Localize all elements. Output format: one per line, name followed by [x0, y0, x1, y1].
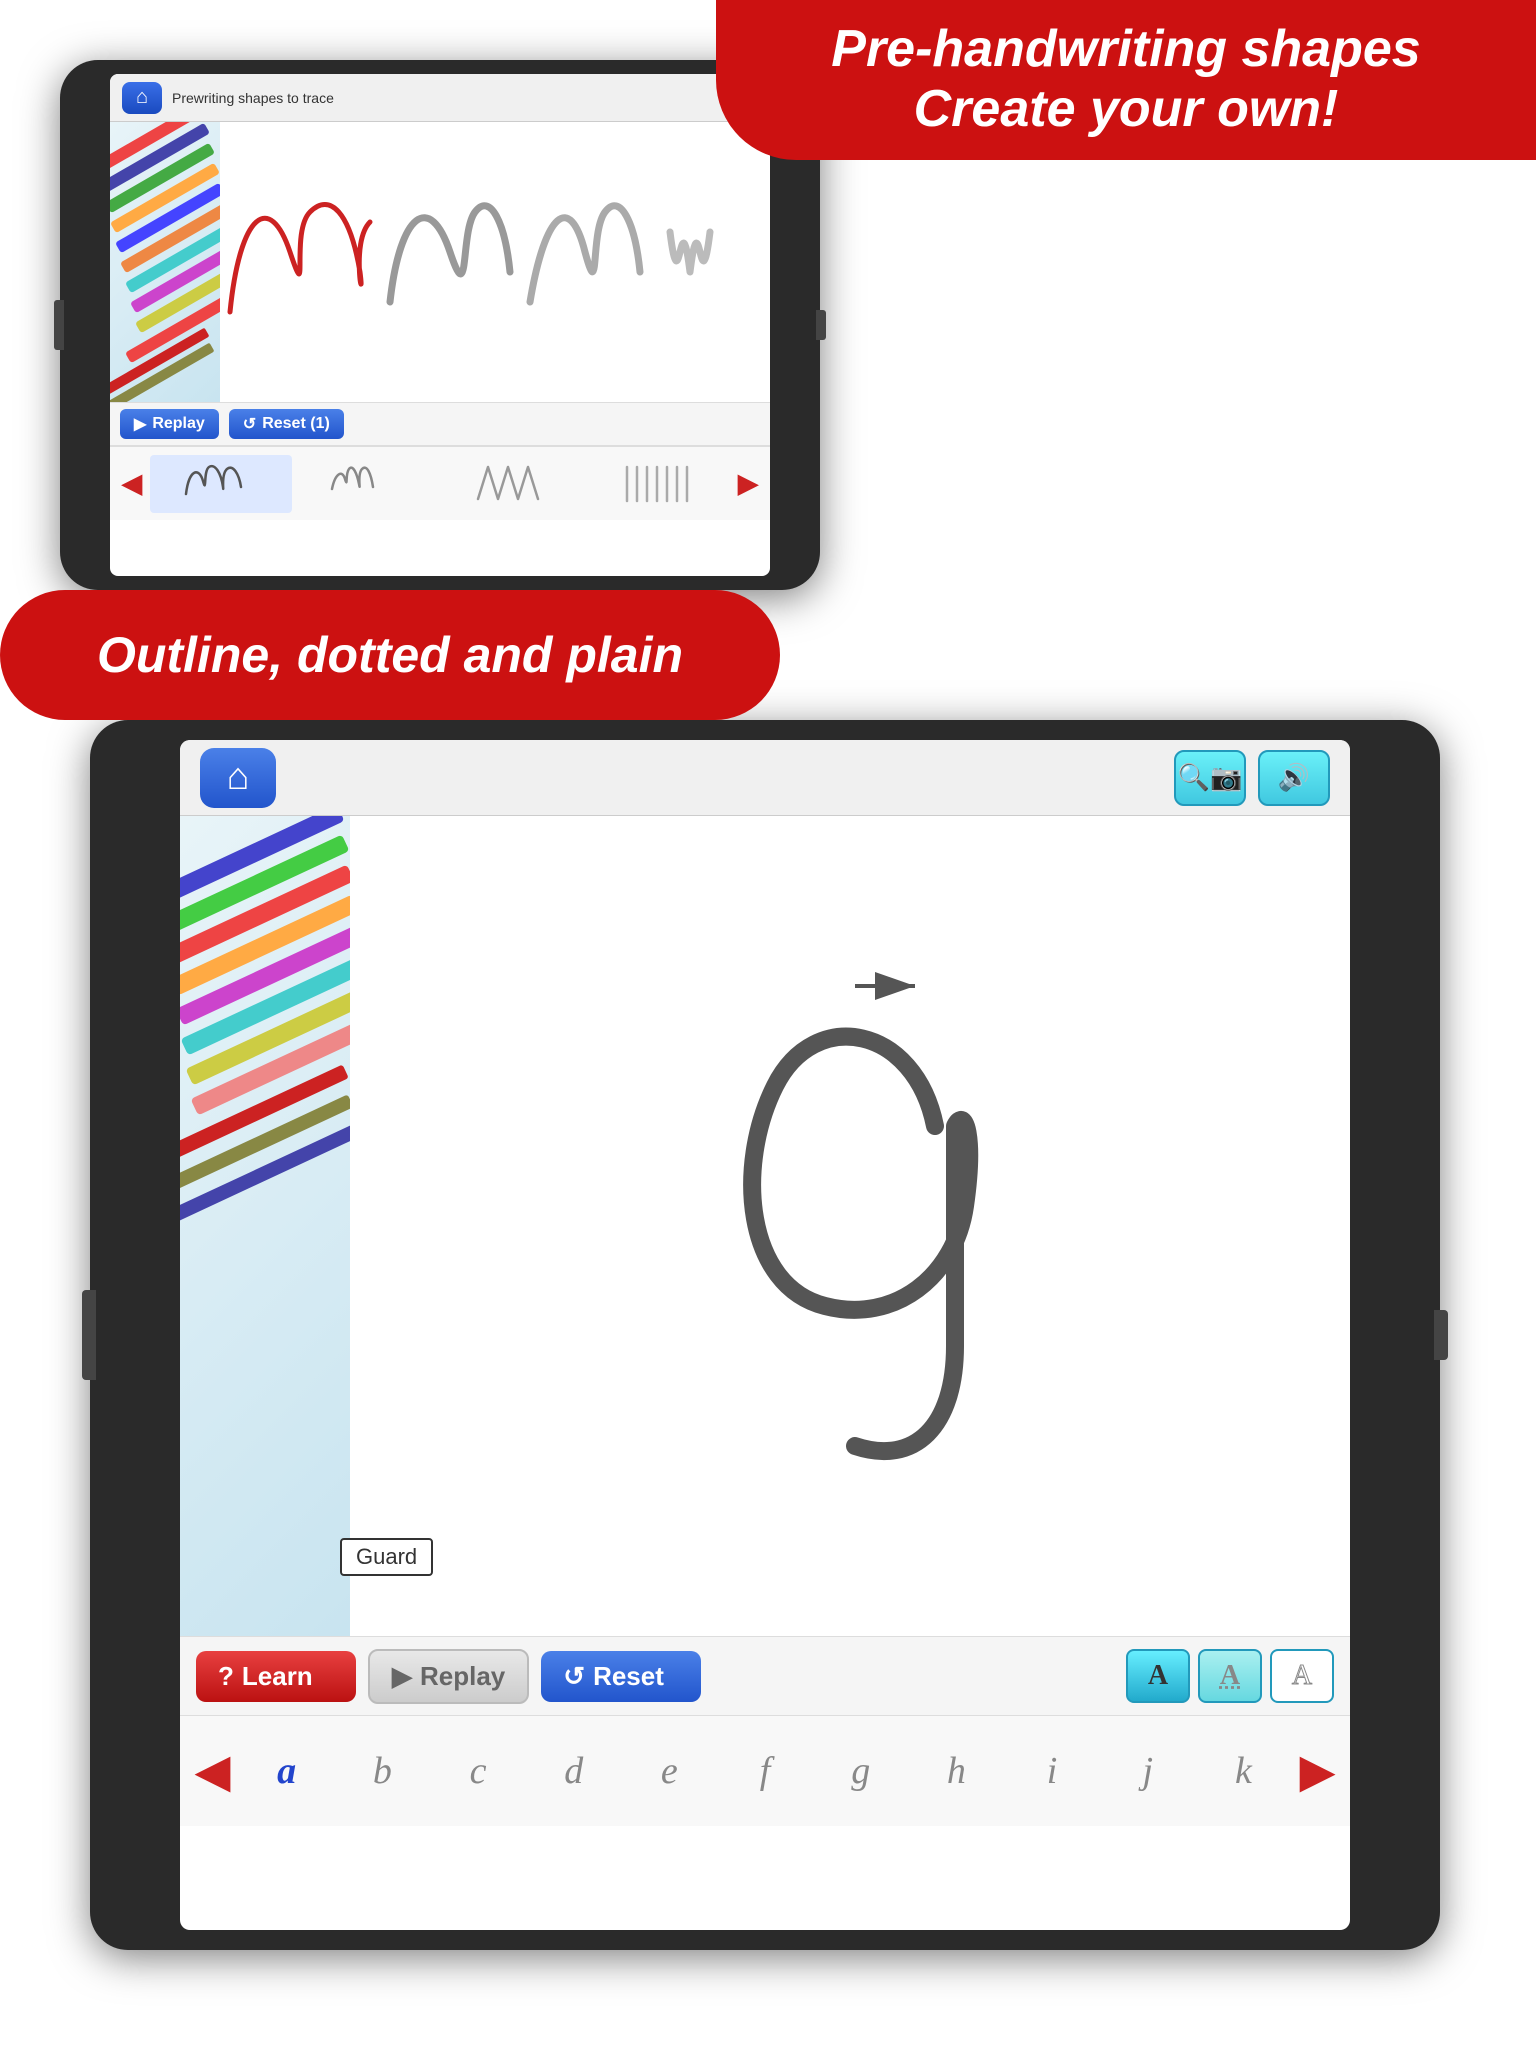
middle-banner-text: Outline, dotted and plain	[97, 626, 683, 684]
font-btn-filled[interactable]: A	[1126, 1649, 1190, 1703]
home-icon: ⌂	[136, 86, 148, 109]
alpha-k[interactable]: k	[1199, 1749, 1289, 1793]
shape-thumb-4[interactable]	[588, 455, 730, 513]
alphabet-strip: ◀ a b c d e f g h i j k ▶	[180, 1716, 1350, 1826]
replay-button-bottom[interactable]: ▶ Replay	[368, 1649, 529, 1704]
header-icons-right: 🔍📷 🔊	[1174, 750, 1330, 806]
alpha-f[interactable]: f	[720, 1749, 810, 1793]
ipad-bottom-left-btn	[82, 1290, 96, 1380]
top-banner: Pre-handwriting shapes Create your own!	[716, 0, 1536, 160]
guard-label: Guard	[340, 1538, 433, 1576]
shape-thumb-3[interactable]	[442, 455, 584, 513]
alpha-i[interactable]: i	[1007, 1749, 1097, 1793]
strip-right-arrow[interactable]: ▶	[734, 468, 762, 499]
middle-banner: Outline, dotted and plain	[0, 590, 780, 720]
font-a-dotted: A	[1220, 1660, 1240, 1692]
ipad-bottom-screen: ⌂ 🔍📷 🔊	[180, 740, 1350, 1930]
font-buttons: A A A	[1126, 1649, 1334, 1703]
cursive-canvas	[190, 132, 770, 402]
alpha-d[interactable]: d	[529, 1749, 619, 1793]
replay-button-top[interactable]: ▶ Replay	[120, 409, 219, 439]
font-a-outline: A	[1292, 1660, 1312, 1692]
ipad-top-right-btn	[816, 310, 826, 340]
drawing-area-top	[110, 122, 770, 402]
alpha-right-arrow[interactable]: ▶	[1294, 1746, 1340, 1797]
home-icon-large: ⌂	[227, 756, 250, 799]
ipad-top-left-btn	[54, 300, 64, 350]
reset-icon: ↺	[243, 414, 256, 434]
camera-button[interactable]: 🔍📷	[1174, 750, 1246, 806]
alpha-left-arrow[interactable]: ◀	[190, 1746, 236, 1797]
reset-button-top[interactable]: ↺ Reset (1)	[229, 409, 344, 439]
alpha-a[interactable]: a	[242, 1749, 332, 1793]
ipad-bottom: ⌂ 🔍📷 🔊	[90, 720, 1440, 1950]
ipad-top-screen: ⌂ Prewriting shapes to trace	[110, 74, 770, 576]
btn-strip-top: ▶ Replay ↺ Reset (1)	[110, 402, 770, 446]
ipad-bottom-right-btn	[1434, 1310, 1448, 1360]
top-screen-header: ⌂ Prewriting shapes to trace	[110, 74, 770, 122]
alpha-b[interactable]: b	[338, 1749, 428, 1793]
camera-icon: 🔍📷	[1178, 762, 1243, 793]
btn-strip-bottom: ? Learn ▶ Replay ↺ Reset A A A	[180, 1636, 1350, 1716]
alpha-h[interactable]: h	[912, 1749, 1002, 1793]
alpha-c[interactable]: c	[433, 1749, 523, 1793]
reset-icon-bottom: ↺	[563, 1661, 585, 1692]
bottom-screen-header: ⌂ 🔍📷 🔊	[180, 740, 1350, 816]
reset-button-bottom[interactable]: ↺ Reset	[541, 1651, 701, 1702]
font-a-solid: A	[1148, 1660, 1168, 1692]
alpha-g[interactable]: g	[816, 1749, 906, 1793]
top-banner-text: Pre-handwriting shapes Create your own!	[831, 20, 1420, 140]
sound-icon: 🔊	[1278, 762, 1310, 793]
replay-icon-bottom: ▶	[392, 1661, 412, 1692]
question-icon: ?	[218, 1661, 234, 1692]
home-button-large[interactable]: ⌂	[200, 748, 276, 808]
ipad-top: ⌂ Prewriting shapes to trace	[60, 60, 820, 590]
shapes-strip: ◀	[110, 446, 770, 520]
font-btn-dotted[interactable]: A	[1198, 1649, 1262, 1703]
learn-button[interactable]: ? Learn	[196, 1651, 356, 1702]
font-btn-outline[interactable]: A	[1270, 1649, 1334, 1703]
drawing-area-bottom: Guard	[180, 816, 1350, 1636]
shape-thumb-2[interactable]	[296, 455, 438, 513]
shape-thumb-1[interactable]	[150, 455, 292, 513]
strip-left-arrow[interactable]: ◀	[118, 468, 146, 499]
letter-display	[320, 876, 1350, 1636]
alpha-e[interactable]: e	[625, 1749, 715, 1793]
header-title-small: Prewriting shapes to trace	[172, 90, 334, 106]
sound-button[interactable]: 🔊	[1258, 750, 1330, 806]
alpha-j[interactable]: j	[1103, 1749, 1193, 1793]
home-button-small[interactable]: ⌂	[122, 82, 162, 114]
play-icon: ▶	[134, 414, 146, 434]
